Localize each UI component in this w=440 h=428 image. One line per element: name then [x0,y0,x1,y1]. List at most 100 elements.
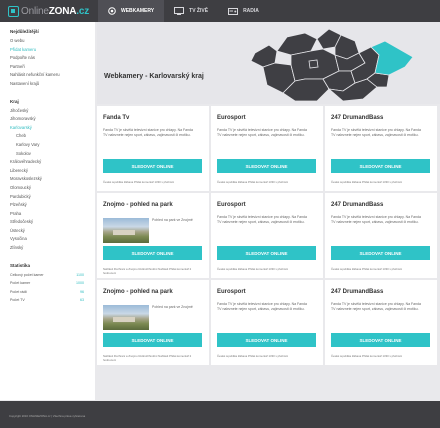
card-meta: Česká republika Zábava Přidat komentář 1… [103,180,175,184]
stat-value: 63 [80,298,84,303]
map-region-praha [308,59,319,69]
card-description: Fanda TV je skvělá televizní stanice pro… [217,128,307,137]
sidebar-link[interactable]: Nahlásit nefunkční kameru [10,71,95,80]
stat-label: Počet rádií [10,289,28,294]
camera-thumbnail[interactable] [103,218,149,243]
card-meta: Nahlásit Rozhraní a Znojmo Rotkrohlhroti… [103,354,192,362]
sidebar-region[interactable]: Středočeský [10,218,95,227]
card-title[interactable]: 247 DrumandBass [331,202,383,208]
logo-text: OnlineZONA.cz [21,5,89,17]
region-heading: Kraj [10,98,19,104]
card-title[interactable]: Znojmo - pohled na park [103,202,173,208]
watch-online-button[interactable]: SLEDOVAT ONLINE [217,159,316,173]
sidebar: Nejdůležitější O webu Přidat kameru Podpoř… [0,22,95,400]
card-description: Pohled na park ve Znojmě [152,218,193,222]
sidebar-link[interactable]: O webu [10,37,95,46]
card-title[interactable]: 247 DrumandBass [331,115,383,121]
camera-card: Znojmo - pohled na park Pohled na park ve… [97,193,209,278]
camera-card: Eurosport Fanda TV je skvělá televizní st… [211,106,323,191]
camera-card: Fanda Tv Fanda TV je skvělá televizní sta… [97,106,209,191]
nav-radia[interactable]: RADIA [218,0,269,22]
sidebar-link[interactable]: Přidat kameru [10,46,95,55]
nav-webkamery[interactable]: WEBKAMERY [98,0,165,22]
card-meta: Česká republika Zábava Přidat komentář 1… [331,180,403,184]
logo[interactable]: OnlineZONA.cz [8,4,89,18]
sidebar-region[interactable]: Praha [10,210,95,219]
sidebar-heading: Nejdůležitější [10,29,39,34]
webcam-icon [108,7,116,15]
card-description: Fanda TV je skvělá televizní stanice pro… [331,302,421,311]
main-content: Webkamery - Karlovarský kraj Fanda Tv Fan… [97,22,440,400]
sidebar-subregion[interactable]: Sokolov [10,150,95,159]
top-bar: OnlineZONA.cz WEBKAMERY TV ŽIVĚ RADIA [0,0,440,22]
sidebar-region[interactable]: Jihočeský [10,107,95,116]
tv-icon [174,7,185,15]
watch-online-button[interactable]: SLEDOVAT ONLINE [331,159,430,173]
sidebar-region[interactable]: Pardubický [10,193,95,202]
watch-online-button[interactable]: SLEDOVAT ONLINE [217,333,316,347]
sidebar-region[interactable]: Karlovarský [10,124,95,133]
sidebar-link[interactable]: Podpořte nás [10,54,95,63]
watch-online-button[interactable]: SLEDOVAT ONLINE [103,333,202,347]
camera-card: 247 DrumandBass Fanda TV je skvělá televi… [325,106,437,191]
stat-row: Celkový počet kamer 1100 [10,271,84,280]
footer-text: Copyright 2016 ONLINEZONA.cz | Všechna p… [9,414,86,418]
nav-label: TV ŽIVĚ [189,8,209,14]
camera-card: Eurosport Fanda TV je skvělá televizní st… [211,193,323,278]
card-title[interactable]: Eurosport [217,202,246,208]
page-title: Webkamery - Karlovarský kraj [104,73,204,80]
stat-value: 1100 [76,272,84,277]
sidebar-subregion[interactable]: Cheb [10,132,95,141]
card-title[interactable]: 247 DrumandBass [331,289,383,295]
camera-thumbnail[interactable] [103,305,149,330]
sidebar-region[interactable]: Královéhradecký [10,158,95,167]
card-title[interactable]: Eurosport [217,289,246,295]
card-meta: Česká republika Zábava Přidat komentář 1… [217,354,289,358]
stat-value: 96 [80,289,84,294]
nav-tv[interactable]: TV ŽIVĚ [164,0,218,22]
card-title[interactable]: Fanda Tv [103,115,129,121]
sidebar-region[interactable]: Zlínský [10,244,95,253]
stat-value: 1000 [76,281,84,286]
stat-row: Počet TV 63 [10,296,84,305]
card-description: Fanda TV je skvělá televizní stanice pro… [331,215,421,224]
region-map [250,28,414,102]
card-meta: Nahlásit Rozhraní a Znojmo Rotkrohlhroti… [103,267,192,275]
watch-online-button[interactable]: SLEDOVAT ONLINE [331,333,430,347]
sidebar-region[interactable]: Moravskoslezský [10,175,95,184]
sidebar-link[interactable]: Partneři [10,63,95,72]
footer: Copyright 2016 ONLINEZONA.cz | Všechna p… [0,401,440,428]
stat-label: Počet kamer [10,281,31,286]
sidebar-subregion[interactable]: Karlovy Vary [10,141,95,150]
card-meta: Česká republika Zábava Přidat komentář 1… [217,267,289,271]
card-meta: Česká republika Zábava Přidat komentář 1… [217,180,289,184]
stat-row: Počet rádií 96 [10,288,84,297]
card-title[interactable]: Eurosport [217,115,246,121]
sidebar-link[interactable]: Nastavení krajů [10,80,95,89]
stat-label: Celkový počet kamer [10,272,44,277]
sidebar-region[interactable]: Jihomoravský [10,115,95,124]
card-meta: Česká republika Zábava Přidat komentář 1… [331,354,403,358]
stat-label: Počet TV [10,298,25,303]
watch-online-button[interactable]: SLEDOVAT ONLINE [331,246,430,260]
sidebar-region[interactable]: Olomoucký [10,184,95,193]
sidebar-region[interactable]: Plzeňský [10,201,95,210]
card-description: Fanda TV je skvělá televizní stanice pro… [331,128,421,137]
stat-row: Počet kamer 1000 [10,279,84,288]
sidebar-region[interactable]: Ústecký [10,227,95,236]
watch-online-button[interactable]: SLEDOVAT ONLINE [103,159,202,173]
card-title[interactable]: Znojmo - pohled na park [103,289,173,295]
card-meta: Česká republika Zábava Přidat komentář 1… [331,267,403,271]
card-description: Fanda TV je skvělá televizní stanice pro… [217,302,307,311]
card-description: Pohled na park ve Znojmě [152,305,193,309]
main-nav: WEBKAMERY TV ŽIVĚ RADIA [98,0,269,22]
card-description: Fanda TV je skvělá televizní stanice pro… [217,215,307,224]
watch-online-button[interactable]: SLEDOVAT ONLINE [217,246,316,260]
nav-label: RADIA [243,8,259,14]
radio-icon [228,8,239,15]
camera-card: 247 DrumandBass Fanda TV je skvělá televi… [325,193,437,278]
sidebar-region[interactable]: Vysočina [10,235,95,244]
sidebar-region[interactable]: Liberecký [10,167,95,176]
logo-icon [8,5,19,17]
watch-online-button[interactable]: SLEDOVAT ONLINE [103,246,202,260]
